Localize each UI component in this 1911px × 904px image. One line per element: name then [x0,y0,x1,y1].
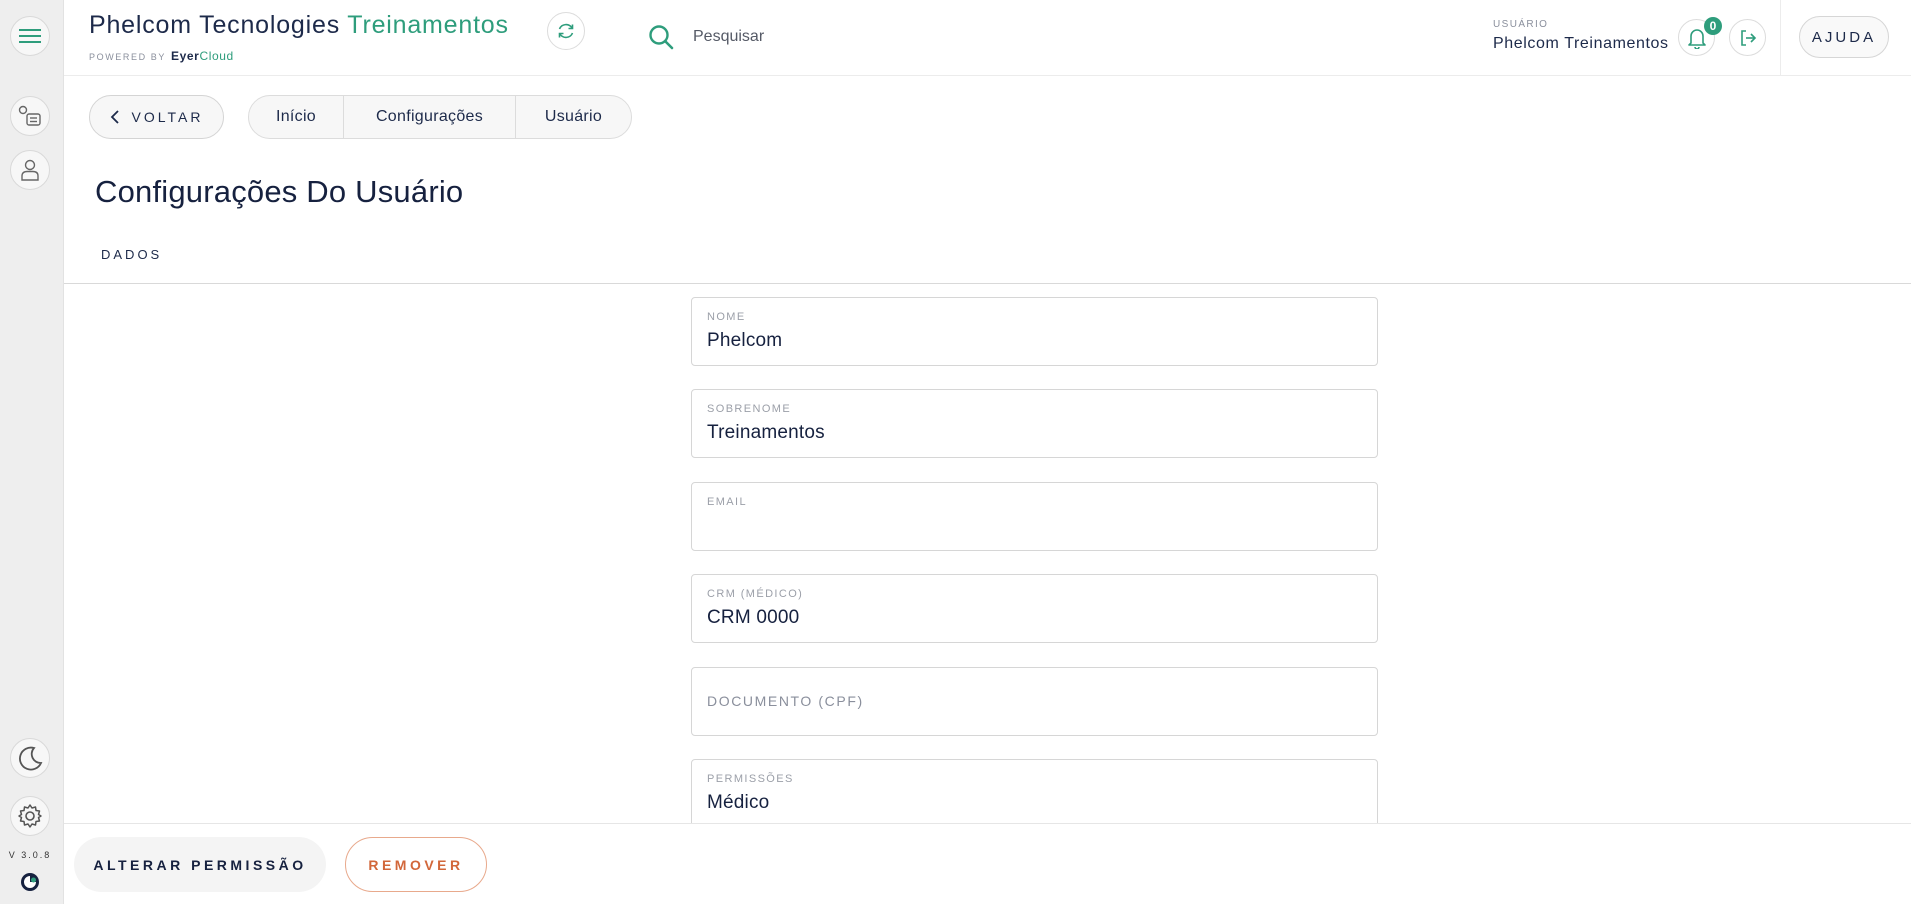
user-caption: USUÁRIO [1493,19,1549,30]
sidebar-item-user[interactable] [10,150,50,190]
surname-field[interactable]: SOBRENOME Treinamentos [691,389,1378,458]
menu-icon [19,29,41,43]
crm-field[interactable]: CRM (MÉDICO) CRM 0000 [691,574,1378,643]
refresh-icon [558,23,574,39]
breadcrumb-item-usuario[interactable]: Usuário [516,96,631,138]
app-title-accent: Treinamentos [347,11,509,39]
version-label: V 3.0.8 [8,850,52,860]
sidebar-item-list[interactable] [10,96,50,136]
search-icon[interactable] [648,24,674,50]
list-icon [18,105,41,126]
field-value: Treinamentos [707,422,825,443]
tabs-divider [64,283,1911,284]
powered-by: POWERED BY EyerCloud [89,49,234,63]
page-title: Configurações Do Usuário [95,174,464,209]
permissions-field[interactable]: PERMISSÕES Médico [691,759,1378,828]
bell-icon [1687,28,1706,49]
field-value: Phelcom [707,330,783,351]
field-label: SOBRENOME [707,403,792,415]
notifications-badge: 0 [1704,17,1722,35]
back-button[interactable]: VOLTAR [89,95,224,139]
breadcrumb-item-inicio[interactable]: Início [249,96,344,138]
app-title-main: Phelcom Tecnologies [89,11,340,39]
field-label: NOME [707,311,746,323]
field-value: CRM 0000 [707,607,800,628]
cpf-field[interactable]: DOCUMENTO (CPF) [691,667,1378,736]
user-icon [21,159,39,181]
logout-icon [1740,29,1756,46]
settings-button[interactable] [10,796,50,836]
brand-cloud: Cloud [199,49,234,63]
breadcrumb: Início Configurações Usuário [248,95,632,139]
search-input[interactable] [693,24,1093,50]
footer-actions: ALTERAR PERMISSÃO REMOVER [64,823,1911,904]
help-button[interactable]: AJUDA [1799,16,1889,58]
app-title: Phelcom Tecnologies Treinamentos [89,11,509,40]
brand-eyer: Eyer [171,49,200,63]
change-permission-button[interactable]: ALTERAR PERMISSÃO [74,837,326,892]
brand-logo [21,873,39,891]
logout-button[interactable] [1729,19,1766,56]
menu-button[interactable] [10,16,50,56]
field-value: Médico [707,792,770,813]
field-label: EMAIL [707,496,748,508]
tab-dados[interactable]: DADOS [101,247,162,262]
dark-mode-toggle[interactable] [10,738,50,778]
top-header: Phelcom Tecnologies Treinamentos POWERED… [64,0,1911,76]
sidebar: V 3.0.8 [0,0,64,904]
gear-icon [18,804,42,828]
name-field[interactable]: NOME Phelcom [691,297,1378,366]
remove-button[interactable]: REMOVER [345,837,487,892]
field-label: PERMISSÕES [707,773,794,785]
refresh-button[interactable] [547,12,585,50]
powered-by-label: POWERED BY [89,52,167,62]
user-name: Phelcom Treinamentos [1493,35,1669,52]
breadcrumb-item-configuracoes[interactable]: Configurações [344,96,516,138]
chevron-left-icon [110,110,119,124]
email-field[interactable]: EMAIL [691,482,1378,551]
field-placeholder: DOCUMENTO (CPF) [707,693,864,709]
moon-icon [19,746,43,771]
field-label: CRM (MÉDICO) [707,588,804,600]
back-label: VOLTAR [131,109,204,125]
header-divider [1780,0,1781,76]
